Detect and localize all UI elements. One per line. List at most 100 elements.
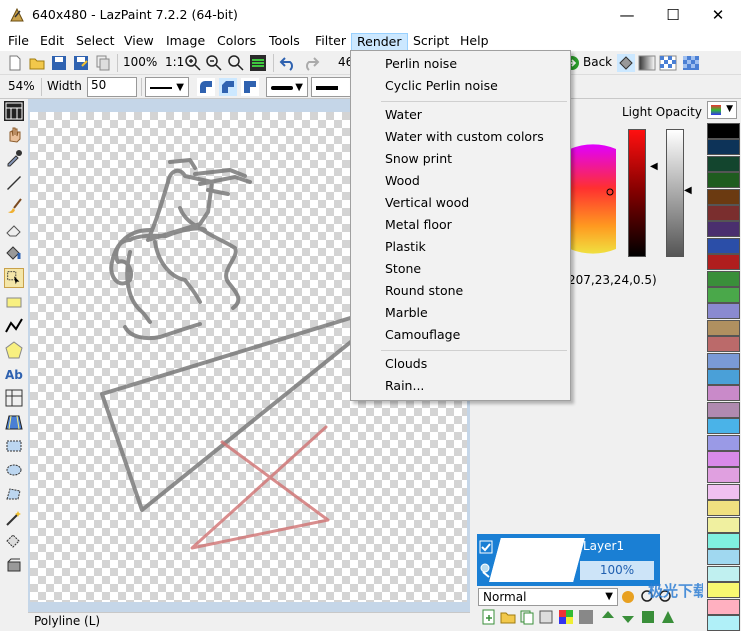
maximize-button[interactable]: ☐ bbox=[650, 0, 696, 31]
menu-file[interactable]: File bbox=[3, 33, 34, 51]
menu-item-metal-floor[interactable]: Metal floor bbox=[385, 215, 452, 235]
gradient-icon[interactable] bbox=[638, 54, 656, 72]
palette-swatch[interactable] bbox=[707, 565, 740, 582]
menu-item-water-custom[interactable]: Water with custom colors bbox=[385, 127, 544, 147]
palette-swatch[interactable] bbox=[707, 352, 740, 369]
layer-palette-icon[interactable] bbox=[558, 609, 574, 625]
palette-swatch[interactable] bbox=[707, 500, 740, 517]
palette-swatch[interactable] bbox=[707, 303, 740, 320]
layers-icon[interactable] bbox=[249, 54, 267, 72]
delete-layer-icon[interactable] bbox=[660, 609, 676, 625]
palette-swatch[interactable] bbox=[707, 336, 740, 353]
perspective-icon[interactable] bbox=[4, 412, 24, 432]
arrow-select[interactable] bbox=[311, 77, 351, 97]
redo-icon[interactable] bbox=[302, 54, 320, 72]
palette-swatch[interactable] bbox=[707, 139, 740, 156]
fill-bucket-icon[interactable] bbox=[617, 54, 635, 72]
move-selection-icon[interactable] bbox=[4, 556, 24, 576]
save-icon[interactable] bbox=[50, 54, 68, 72]
join-miter-icon[interactable] bbox=[241, 78, 259, 96]
color-wheel[interactable] bbox=[570, 129, 616, 259]
width-input[interactable]: 50 bbox=[87, 77, 137, 97]
menu-filter[interactable]: Filter bbox=[310, 33, 351, 51]
menu-item-clouds[interactable]: Clouds bbox=[385, 354, 427, 374]
menu-help[interactable]: Help bbox=[455, 33, 494, 51]
undo-icon[interactable] bbox=[279, 54, 297, 72]
palette-swatch[interactable] bbox=[707, 516, 740, 533]
menu-render[interactable]: Render bbox=[351, 33, 408, 51]
join-round-icon[interactable] bbox=[197, 78, 215, 96]
hand-icon[interactable] bbox=[4, 124, 24, 144]
close-button[interactable]: ✕ bbox=[695, 0, 741, 31]
menu-script[interactable]: Script bbox=[408, 33, 454, 51]
menu-item-stone[interactable]: Stone bbox=[385, 259, 421, 279]
menu-select[interactable]: Select bbox=[71, 33, 120, 51]
checker-texture-icon[interactable] bbox=[659, 54, 677, 72]
palette-swatch[interactable] bbox=[707, 385, 740, 402]
back-button[interactable]: Back bbox=[583, 55, 612, 69]
save-as-icon[interactable] bbox=[72, 54, 90, 72]
light-slider[interactable] bbox=[628, 129, 646, 257]
open-layer-icon[interactable] bbox=[500, 609, 516, 625]
open-folder-icon[interactable] bbox=[28, 54, 46, 72]
palette-swatch[interactable] bbox=[707, 205, 740, 221]
layer-options-icon[interactable] bbox=[640, 609, 656, 625]
palette-swatch[interactable] bbox=[707, 369, 740, 385]
palette-swatch[interactable] bbox=[707, 467, 740, 484]
brush-icon[interactable] bbox=[4, 196, 24, 216]
merge-layer-icon[interactable] bbox=[538, 609, 554, 625]
select-ellipse-icon[interactable] bbox=[4, 460, 24, 480]
menu-item-marble[interactable]: Marble bbox=[385, 303, 428, 323]
menu-image[interactable]: Image bbox=[161, 33, 210, 51]
zoom-fit-icon[interactable] bbox=[227, 54, 245, 72]
palette-swatch[interactable] bbox=[707, 418, 740, 435]
move-layer-down-icon[interactable] bbox=[620, 609, 636, 625]
palette-swatch[interactable] bbox=[707, 483, 740, 500]
texture-icon[interactable] bbox=[682, 54, 700, 72]
deformation-icon[interactable] bbox=[4, 388, 24, 408]
minimize-button[interactable]: — bbox=[604, 0, 650, 31]
palette-swatch[interactable] bbox=[707, 533, 740, 549]
menu-item-water[interactable]: Water bbox=[385, 105, 422, 125]
line-style-select[interactable]: ▼ bbox=[145, 77, 189, 97]
menu-view[interactable]: View bbox=[119, 33, 159, 51]
palette-swatch[interactable] bbox=[707, 254, 740, 271]
palette-swatch[interactable] bbox=[707, 598, 740, 615]
menu-item-plastik[interactable]: Plastik bbox=[385, 237, 426, 257]
select-poly-icon[interactable] bbox=[4, 484, 24, 504]
layer-item[interactable]: Layer1 100% bbox=[477, 534, 660, 586]
zoom-ratio-button[interactable]: 1:1 bbox=[165, 55, 184, 69]
palette-swatch[interactable] bbox=[707, 237, 740, 254]
menu-tools[interactable]: Tools bbox=[264, 33, 305, 51]
palette-swatch[interactable] bbox=[707, 319, 740, 336]
menu-edit[interactable]: Edit bbox=[35, 33, 69, 51]
checkbox-icon[interactable] bbox=[479, 540, 493, 554]
rectangle-icon[interactable] bbox=[4, 292, 24, 312]
menu-item-perlin-noise[interactable]: Perlin noise bbox=[385, 54, 457, 74]
opacity-slider[interactable] bbox=[666, 129, 684, 257]
palette-swatch[interactable] bbox=[707, 434, 740, 451]
polygon-icon[interactable] bbox=[4, 340, 24, 360]
copy-icon[interactable] bbox=[94, 54, 112, 72]
blend-mode-select[interactable]: Normal ▼ bbox=[478, 588, 618, 606]
zoom-level-button[interactable]: 100% bbox=[123, 55, 157, 69]
palette-swatch[interactable] bbox=[707, 155, 740, 172]
new-file-icon[interactable] bbox=[6, 54, 24, 72]
menu-item-round-stone[interactable]: Round stone bbox=[385, 281, 463, 301]
layer-opacity[interactable]: 100% bbox=[580, 561, 654, 580]
magic-wand-icon[interactable] bbox=[4, 508, 24, 528]
layer-gradient-icon[interactable] bbox=[578, 609, 594, 625]
palette-swatch[interactable] bbox=[707, 172, 740, 189]
select-pen-icon[interactable] bbox=[4, 268, 24, 288]
palette-swatch[interactable] bbox=[707, 401, 740, 418]
move-layer-up-icon[interactable] bbox=[600, 609, 616, 625]
palette-swatch[interactable] bbox=[707, 451, 740, 467]
layout-icon[interactable] bbox=[4, 101, 24, 121]
zoom-in-icon[interactable] bbox=[184, 54, 202, 72]
menu-item-rain[interactable]: Rain... bbox=[385, 376, 424, 396]
duplicate-layer-icon[interactable] bbox=[519, 609, 535, 625]
eraser-icon[interactable] bbox=[4, 220, 24, 240]
fill-select-icon[interactable] bbox=[4, 532, 24, 552]
polyline-icon[interactable] bbox=[4, 316, 24, 336]
menu-item-snow-print[interactable]: Snow print bbox=[385, 149, 452, 169]
